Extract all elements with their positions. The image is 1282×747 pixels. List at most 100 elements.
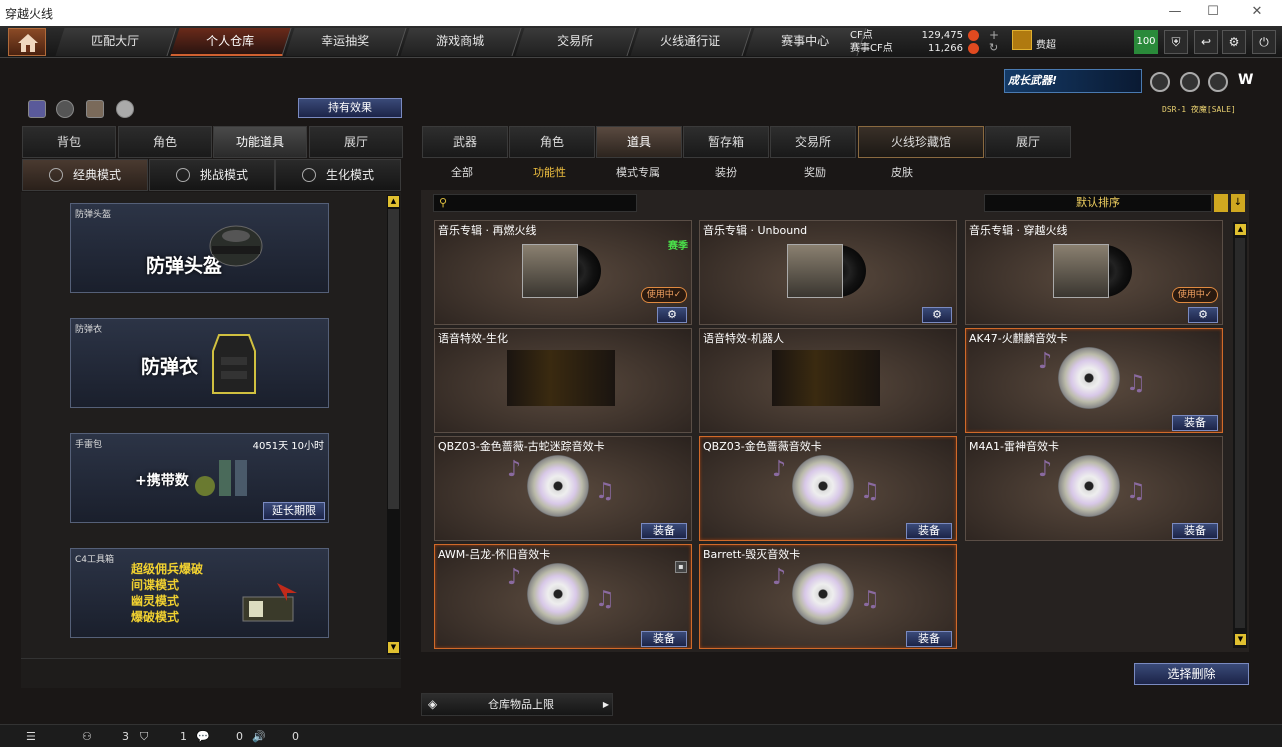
scroll-down-icon[interactable]: ▼ <box>1235 634 1246 645</box>
nav-tab-label: 游戏商城 <box>436 34 485 48</box>
home-button[interactable] <box>8 28 46 56</box>
nav-tab[interactable]: 火线通行证 <box>630 28 752 56</box>
mode-tab[interactable]: 挑战模式 <box>149 159 275 191</box>
sub-tab[interactable]: 模式专属 <box>616 164 660 182</box>
nav-tab[interactable]: 交易所 <box>515 28 637 56</box>
growth-weapon-banner[interactable]: 成长武器! <box>1004 69 1142 93</box>
friends-icon[interactable]: ⚇ <box>82 730 92 743</box>
badge-w-icon[interactable]: W <box>1238 72 1258 92</box>
level-badge[interactable]: 100 <box>1134 30 1158 54</box>
person-icon[interactable] <box>86 100 104 118</box>
card-time-left: 4051天 10小时 <box>252 441 324 452</box>
item-card[interactable]: 音乐专辑 · 再燃火线 赛季 使用中✓ ⚙ <box>434 220 692 325</box>
clan-icon[interactable]: ⛉ <box>140 730 148 744</box>
nav-tab[interactable]: 匹配大厅 <box>55 28 177 56</box>
scroll-thumb[interactable] <box>1235 238 1245 628</box>
right-tab[interactable]: 展厅 <box>985 126 1071 158</box>
c4-mode: 爆破模式 <box>131 610 180 624</box>
helmet-card[interactable]: 防弹头盔 防弹头盔 <box>70 203 329 293</box>
friends-count: 3 <box>122 730 129 743</box>
settings-icon[interactable]: ⚙ <box>1222 30 1246 54</box>
stats-icon[interactable] <box>28 100 46 118</box>
sub-tab[interactable]: 皮肤 <box>891 164 913 182</box>
equip-button[interactable]: 装备 <box>906 631 952 647</box>
extend-button[interactable]: 延长期限 <box>263 502 325 520</box>
vest-card[interactable]: 防弹衣 防弹衣 <box>70 318 329 408</box>
sub-tab[interactable]: 装扮 <box>715 164 737 182</box>
item-card[interactable]: 音乐专辑 · Unbound ⚙ <box>699 220 957 325</box>
nav-tab[interactable]: 游戏商城 <box>400 28 522 56</box>
item-card[interactable]: AWM-吕龙-怀旧音效卡 ♪ ♫ ▪ 装备 <box>434 544 692 649</box>
list-view-icon[interactable] <box>1214 194 1228 212</box>
item-card[interactable]: QBZ03-金色蔷薇音效卡 ♪ ♫ 装备 <box>699 436 957 541</box>
chat-icon[interactable]: 💬 <box>196 730 210 743</box>
sub-tab[interactable]: 功能性 <box>533 164 566 182</box>
back-icon[interactable]: ↩ <box>1194 30 1218 54</box>
close-icon[interactable]: ✕ <box>1242 2 1272 22</box>
equip-button[interactable]: 装备 <box>1172 523 1218 539</box>
sub-tab[interactable]: 奖励 <box>804 164 826 182</box>
item-card[interactable]: 语音特效-生化 <box>434 328 692 433</box>
c4-toolbox-card[interactable]: C4工具箱 超级佣兵爆破 间谍模式 幽灵模式 爆破模式 <box>70 548 329 638</box>
scroll-up-icon[interactable]: ▲ <box>1235 224 1246 235</box>
music-note-icon: ♫ <box>595 587 615 612</box>
right-tab[interactable]: 火线珍藏馆 <box>858 126 984 158</box>
left-tab[interactable]: 展厅 <box>309 126 403 158</box>
capacity-bar[interactable]: ◈ 仓库物品上限 ▶ <box>421 693 613 716</box>
settings-button[interactable]: ⚙ <box>657 307 687 323</box>
select-delete-button[interactable]: 选择删除 <box>1134 663 1249 685</box>
cf-labels: CF点 赛事CF点 <box>850 29 893 55</box>
scroll-up-icon[interactable]: ▲ <box>388 196 399 207</box>
item-card[interactable]: 语音特效-机器人 <box>699 328 957 433</box>
sort-direction-icon[interactable]: ↓ <box>1231 194 1245 212</box>
left-scrollbar[interactable]: ▲ ▼ <box>387 195 400 655</box>
item-card[interactable]: QBZ03-金色蔷薇-古蛇迷踪音效卡 ♪ ♫ 装备 <box>434 436 692 541</box>
nav-tab[interactable]: 赛事中心 <box>745 28 867 56</box>
badge-star-icon[interactable] <box>1208 72 1228 92</box>
item-name: 语音特效-机器人 <box>703 332 784 345</box>
sub-tab[interactable]: 全部 <box>451 164 473 182</box>
settings-button[interactable]: ⚙ <box>922 307 952 323</box>
settings-button[interactable]: ⚙ <box>1188 307 1218 323</box>
right-tab[interactable]: 武器 <box>422 126 508 158</box>
maximize-icon[interactable]: ☐ <box>1198 2 1228 22</box>
item-card[interactable]: 音乐专辑 · 穿越火线 使用中✓ ⚙ <box>965 220 1223 325</box>
power-icon[interactable]: ⏻ <box>1252 30 1276 54</box>
sort-select[interactable]: 默认排序 <box>984 194 1212 212</box>
right-tab[interactable]: 暂存箱 <box>683 126 769 158</box>
right-scrollbar[interactable]: ▲ ▼ <box>1233 222 1247 648</box>
equip-button[interactable]: 装备 <box>906 523 952 539</box>
refresh-icon[interactable]: ↻ <box>989 41 998 54</box>
scroll-down-icon[interactable]: ▼ <box>388 642 399 653</box>
equip-button[interactable]: 装备 <box>641 631 687 647</box>
equip-button[interactable]: 装备 <box>641 523 687 539</box>
right-tab[interactable]: 角色 <box>509 126 595 158</box>
grenade-pack-card[interactable]: 手雷包 4051天 10小时 +携带数 延长期限 <box>70 433 329 523</box>
item-card[interactable]: AK47-火麒麟音效卡 ♪ ♫ 装备 <box>965 328 1223 433</box>
left-tab[interactable]: 背包 <box>22 126 116 158</box>
search-input[interactable]: ⚲ <box>433 194 637 212</box>
item-card[interactable]: Barrett-毁灭音效卡 ♪ ♫ 装备 <box>699 544 957 649</box>
right-tab[interactable]: 交易所 <box>770 126 856 158</box>
owned-effects-button[interactable]: 持有效果 <box>298 98 402 118</box>
cycle-icon[interactable] <box>56 100 74 118</box>
minimize-icon[interactable]: — <box>1160 2 1190 22</box>
add-icon[interactable]: + <box>989 28 999 42</box>
mode-tab[interactable]: 生化模式 <box>275 159 401 191</box>
right-tab[interactable]: 道具 <box>596 126 682 158</box>
nav-tab[interactable]: 幸运抽奖 <box>285 28 407 56</box>
shield-icon[interactable]: ⛨ <box>1164 30 1188 54</box>
menu-icon[interactable]: ☰ <box>26 730 36 743</box>
cf-label: CF点 <box>850 30 873 41</box>
scroll-thumb[interactable] <box>388 209 399 509</box>
badge-globe-icon[interactable] <box>1180 72 1200 92</box>
mode-tab[interactable]: 经典模式 <box>22 159 148 191</box>
left-tab[interactable]: 角色 <box>118 126 212 158</box>
equip-button[interactable]: 装备 <box>1172 415 1218 431</box>
left-tab[interactable]: 功能道具 <box>213 126 307 158</box>
speaker-icon[interactable]: 🔊 <box>252 730 266 743</box>
badge-v-icon[interactable] <box>1150 72 1170 92</box>
item-card[interactable]: M4A1-雷神音效卡 ♪ ♫ 装备 <box>965 436 1223 541</box>
grenade-icon[interactable] <box>116 100 134 118</box>
nav-tab[interactable]: 个人仓库 <box>170 28 292 56</box>
